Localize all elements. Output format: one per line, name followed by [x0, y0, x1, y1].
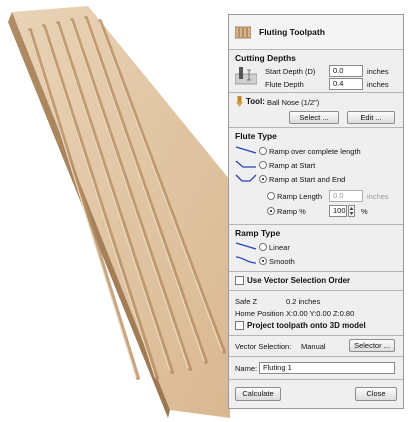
ramp-type-radio-linear[interactable] [259, 243, 267, 251]
ramp-complete-icon [235, 146, 257, 154]
home-position-value: X:0.00 Y:0.00 Z:0.80 [286, 309, 355, 318]
fluting-icon [235, 26, 251, 39]
position-section: Safe Z 0.2 inches Home Position X:0.00 Y… [229, 291, 403, 336]
ramp-type-option-smooth: Smooth [269, 257, 295, 266]
start-depth-unit: inches [367, 67, 389, 76]
ramp-type-section: Ramp Type Linear Smooth [229, 225, 403, 272]
calculate-button[interactable]: Calculate [235, 387, 281, 401]
flute-type-heading: Flute Type [235, 131, 277, 141]
panel-title: Fluting Toolpath [259, 27, 325, 37]
flute-type-radio-start-end[interactable] [259, 175, 267, 183]
cutting-depths-section: Cutting Depths Start Depth (D) 0.0 inche… [229, 50, 403, 93]
selector-button[interactable]: Selector ... [349, 339, 395, 352]
panel-titlebar: Fluting Toolpath [229, 15, 403, 50]
tool-edit-button[interactable]: Edit ... [347, 111, 395, 124]
cutting-depths-heading: Cutting Depths [235, 53, 296, 63]
ramp-start-icon [235, 160, 256, 168]
fluting-toolpath-panel: Fluting Toolpath Cutting Depths Start De… [228, 14, 404, 409]
ramp-length-radio[interactable] [267, 192, 275, 200]
flute-depth-unit: inches [367, 80, 389, 89]
wood-board-preview [0, 0, 230, 420]
tool-select-button[interactable]: Select ... [289, 111, 339, 124]
ramp-percent-radio[interactable] [267, 207, 275, 215]
ramp-percent-input[interactable]: 100 [329, 205, 347, 217]
flute-depth-input[interactable]: 0.4 [329, 78, 363, 90]
flute-type-option-start: Ramp at Start [269, 161, 316, 170]
ramp-length-unit: inches [367, 192, 389, 201]
vector-selection-section: Vector Selection: Manual Selector ... [229, 336, 403, 357]
safe-z-value: 0.2 inches [286, 297, 321, 306]
tool-label: Tool: [246, 97, 265, 106]
fluted-board-image [8, 6, 230, 418]
depth-diagram-icon [235, 67, 257, 85]
ramp-percent-label: Ramp % [277, 207, 306, 216]
ramp-percent-spinner[interactable] [348, 205, 355, 217]
vector-selection-label: Vector Selection: [235, 342, 292, 351]
tool-name: Ball Nose (1/2") [267, 98, 320, 107]
flute-type-radio-start[interactable] [259, 161, 267, 169]
flute-type-option-complete: Ramp over complete length [269, 147, 361, 156]
vector-order-section: Use Vector Selection Order [229, 272, 403, 291]
flute-type-section: Flute Type Ramp over complete length Ram… [229, 128, 403, 225]
ramp-length-input[interactable]: 0.0 [329, 190, 363, 202]
ramp-type-option-linear: Linear [269, 243, 290, 252]
vector-selection-value: Manual [301, 342, 326, 351]
ramp-length-label: Ramp Length [277, 192, 323, 201]
use-vector-order-checkbox[interactable] [235, 276, 244, 285]
flute-type-radio-complete[interactable] [259, 147, 267, 155]
name-input[interactable]: Fluting 1 [259, 362, 395, 374]
safe-z-label: Safe Z [235, 297, 258, 306]
ramp-start-end-icon [235, 174, 257, 182]
start-depth-input[interactable]: 0.0 [329, 65, 363, 77]
ramp-type-radio-smooth[interactable] [259, 257, 267, 265]
linear-ramp-icon [235, 242, 257, 250]
smooth-ramp-icon [235, 256, 257, 264]
project-toolpath-checkbox[interactable] [235, 321, 244, 330]
close-button[interactable]: Close [355, 387, 397, 401]
start-depth-label: Start Depth (D) [265, 67, 316, 76]
home-position-label: Home Position [235, 309, 284, 318]
tool-section: Tool: Ball Nose (1/2") Select ... Edit .… [229, 93, 403, 128]
name-label: Name: [235, 364, 258, 373]
flute-type-option-start-end: Ramp at Start and End [269, 175, 346, 184]
tool-bit-icon [236, 96, 243, 107]
ramp-percent-unit: % [361, 207, 368, 216]
ramp-type-heading: Ramp Type [235, 228, 281, 238]
use-vector-order-label: Use Vector Selection Order [247, 276, 351, 285]
spinner-arrows-icon [349, 207, 354, 215]
project-toolpath-label: Project toolpath onto 3D model [247, 321, 366, 330]
flute-depth-label: Flute Depth [265, 80, 304, 89]
name-section: Name: Fluting 1 [229, 357, 403, 380]
